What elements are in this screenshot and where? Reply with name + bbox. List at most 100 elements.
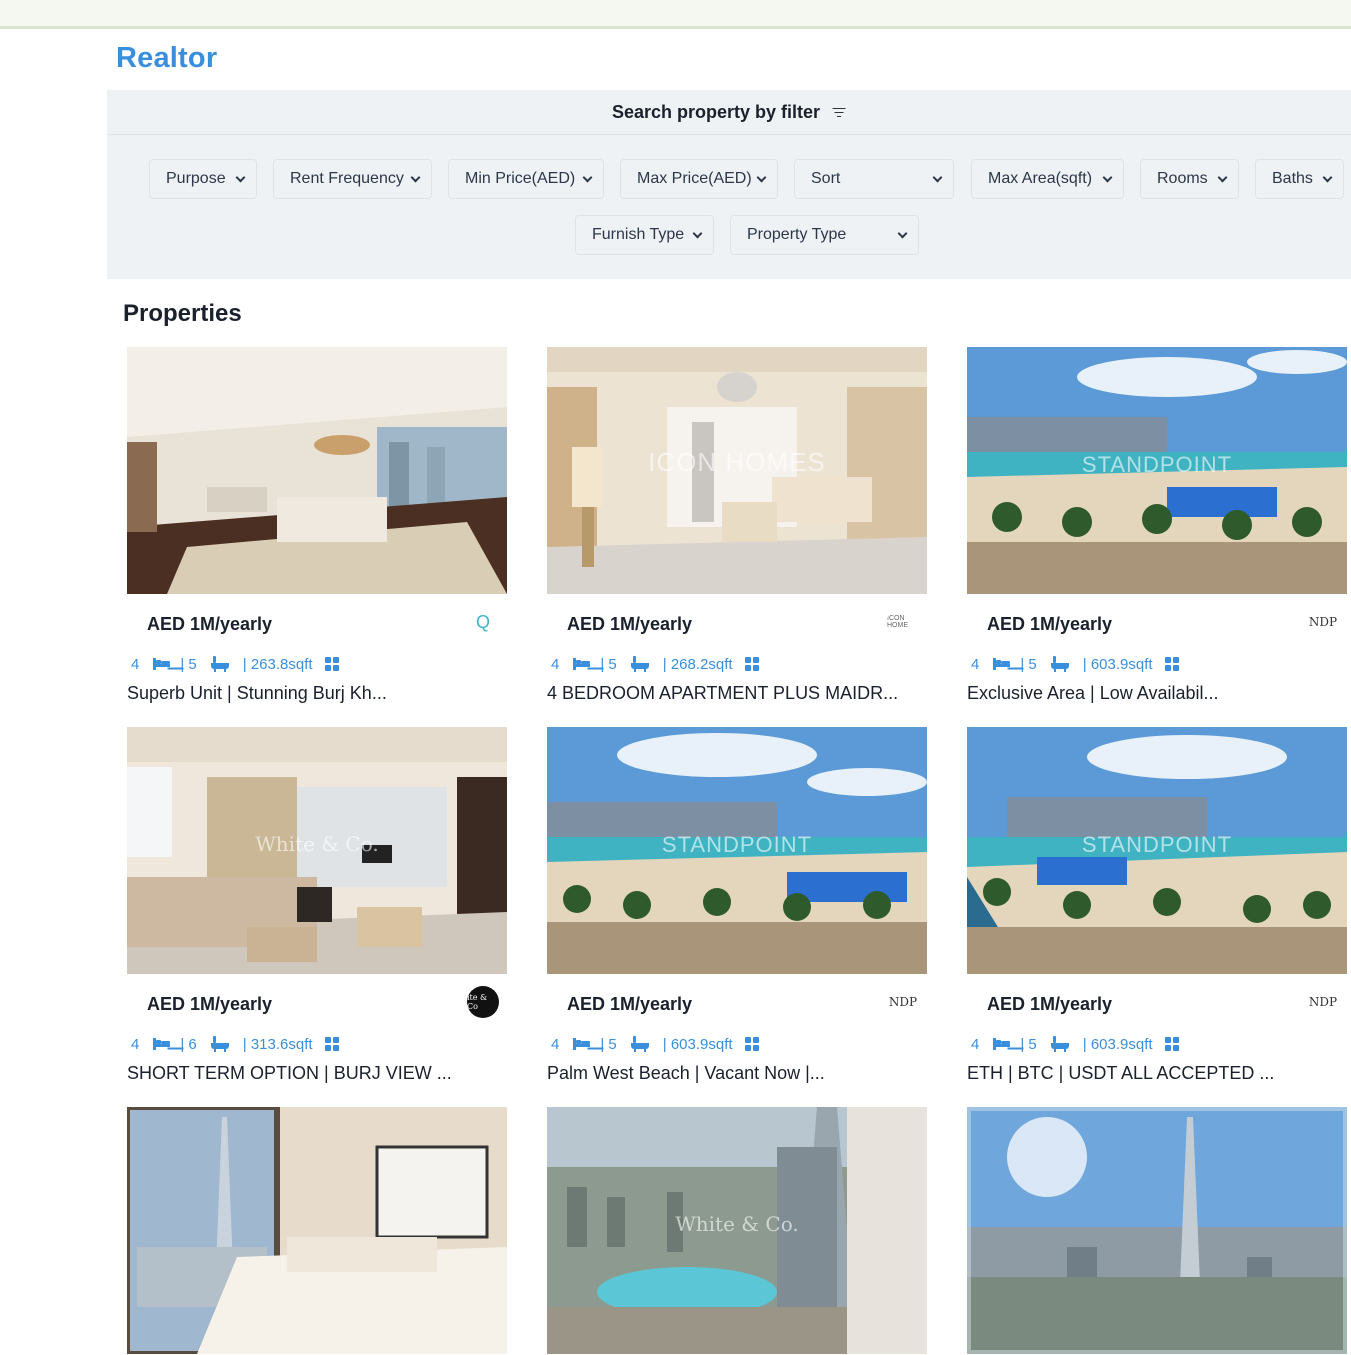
baths-count: | 5 [600, 655, 617, 673]
rooms-count: 4 [551, 1035, 560, 1053]
agency-logo: ite & Co [467, 986, 499, 1018]
chevron-down-icon [410, 172, 421, 183]
select-label: Property Type [747, 226, 847, 243]
max-area-select[interactable]: Max Area(sqft) [971, 159, 1124, 199]
property-title[interactable]: Superb Unit | Stunning Burj Kh... [127, 683, 387, 704]
bed-icon [573, 1038, 591, 1050]
photo-watermark: STANDPOINT [661, 832, 813, 857]
select-label: Rent Frequency [290, 170, 404, 187]
property-type-select[interactable]: Property Type [730, 215, 919, 255]
photo-watermark: White & Co. [255, 832, 379, 856]
area-value: | 268.2sqft [662, 655, 733, 673]
bed-icon [573, 658, 591, 670]
icon-homes-logo: ICON HOME [887, 615, 908, 629]
property-title[interactable]: Palm West Beach | Vacant Now |... [547, 1063, 825, 1084]
grid-icon [1164, 1037, 1179, 1051]
standpoint-logo: NDP [1308, 995, 1338, 1009]
property-stats: 4 | 5 | 603.9sqft [971, 1034, 1179, 1054]
agency-logo: Q [467, 606, 499, 638]
property-card[interactable]: White & Co. AED 1M/yearly ite & Co 4 | 6… [127, 727, 507, 1087]
select-label: Furnish Type [592, 226, 685, 243]
property-stats: 4 | 5 | 268.2sqft [551, 654, 759, 674]
browser-top-strip [0, 0, 1351, 29]
select-label: Baths [1272, 170, 1313, 187]
agency-logo: NDP [1307, 606, 1339, 638]
property-photo[interactable]: STANDPOINT [967, 727, 1347, 974]
property-photo[interactable]: ICON HOMES [547, 347, 927, 594]
purpose-select[interactable]: Purpose [149, 159, 257, 199]
property-title[interactable]: ETH | BTC | USDT ALL ACCEPTED ... [967, 1063, 1274, 1084]
property-price: AED 1M/yearly [567, 614, 693, 634]
property-title[interactable]: Exclusive Area | Low Availabil... [967, 683, 1218, 704]
property-title[interactable]: SHORT TERM OPTION | BURJ VIEW ... [127, 1063, 452, 1084]
baths-select[interactable]: Baths [1255, 159, 1344, 199]
property-card[interactable]: STANDPOINT AED 1M/yearly NDP 4 | 5 | 603… [547, 727, 927, 1087]
property-photo[interactable]: STANDPOINT [967, 347, 1347, 594]
property-card[interactable]: ICON HOMES AED 1M/yearly ICON HOME 4 | 5… [547, 347, 927, 707]
rooms-select[interactable]: Rooms [1140, 159, 1239, 199]
bath-icon [630, 656, 649, 672]
property-stats: 4 | 5 | 263.8sqft [131, 654, 339, 674]
property-photo[interactable] [127, 1107, 507, 1354]
property-photo[interactable] [967, 1107, 1347, 1354]
bath-icon [210, 1036, 229, 1052]
baths-count: | 5 [1020, 1035, 1037, 1053]
standpoint-logo: NDP [1308, 615, 1338, 629]
bed-icon [153, 658, 171, 670]
photo-watermark: White & Co. [675, 1212, 799, 1236]
grid-icon [324, 1037, 339, 1051]
property-card[interactable] [127, 1107, 507, 1355]
select-label: Min Price(AED) [465, 170, 576, 187]
grid-icon [1164, 657, 1179, 671]
rooms-count: 4 [971, 1035, 980, 1053]
property-price: AED 1M/yearly [987, 994, 1113, 1014]
property-price: AED 1M/yearly [147, 994, 273, 1014]
select-label: Max Price(AED) [637, 170, 752, 187]
rent-frequency-select[interactable]: Rent Frequency [273, 159, 432, 199]
baths-count: | 5 [180, 655, 197, 673]
agency-logo: NDP [887, 986, 919, 1018]
property-card[interactable]: White & Co. [547, 1107, 927, 1355]
property-title[interactable]: 4 BEDROOM APARTMENT PLUS MAIDR... [547, 683, 898, 704]
rooms-count: 4 [131, 655, 140, 673]
area-value: | 603.9sqft [662, 1035, 733, 1053]
rooms-count: 4 [971, 655, 980, 673]
photo-watermark: STANDPOINT [1081, 452, 1233, 477]
grid-icon [324, 657, 339, 671]
select-label: Rooms [1157, 170, 1208, 187]
bath-icon [630, 1036, 649, 1052]
area-value: | 603.9sqft [1082, 655, 1153, 673]
property-card[interactable]: STANDPOINT AED 1M/yearly NDP 4 | 5 | 603… [967, 347, 1347, 707]
property-photo[interactable]: White & Co. [127, 727, 507, 974]
property-card[interactable]: STANDPOINT AED 1M/yearly NDP 4 | 5 | 603… [967, 727, 1347, 1087]
properties-heading: Properties [123, 300, 242, 327]
chevron-down-icon [932, 172, 943, 183]
furnish-type-select[interactable]: Furnish Type [575, 215, 714, 255]
property-price: AED 1M/yearly [987, 614, 1113, 634]
bed-icon [153, 1038, 171, 1050]
sort-select[interactable]: Sort [794, 159, 954, 199]
bath-icon [210, 656, 229, 672]
chevron-down-icon [235, 172, 246, 183]
area-value: | 263.8sqft [242, 655, 313, 673]
bath-icon [1050, 1036, 1069, 1052]
min-price-select[interactable]: Min Price(AED) [448, 159, 604, 199]
property-card[interactable]: AED 1M/yearly Q 4 | 5 | 263.8sqft Superb… [127, 347, 507, 707]
filter-header: Search property by filter [107, 90, 1351, 135]
brand-logo[interactable]: Realtor [116, 42, 217, 75]
chevron-down-icon [1217, 172, 1228, 183]
select-label: Max Area(sqft) [988, 170, 1093, 187]
qmc-logo: Q [475, 611, 490, 632]
max-price-select[interactable]: Max Price(AED) [620, 159, 778, 199]
property-photo[interactable] [127, 347, 507, 594]
chevron-down-icon [692, 228, 703, 239]
property-price: AED 1M/yearly [147, 614, 273, 634]
select-label: Sort [811, 170, 841, 187]
agency-logo: NDP [1307, 986, 1339, 1018]
property-card[interactable] [967, 1107, 1347, 1355]
property-photo[interactable]: STANDPOINT [547, 727, 927, 974]
select-label: Purpose [166, 170, 226, 187]
property-photo[interactable]: White & Co. [547, 1107, 927, 1354]
bath-icon [1050, 656, 1069, 672]
chevron-down-icon [756, 172, 767, 183]
